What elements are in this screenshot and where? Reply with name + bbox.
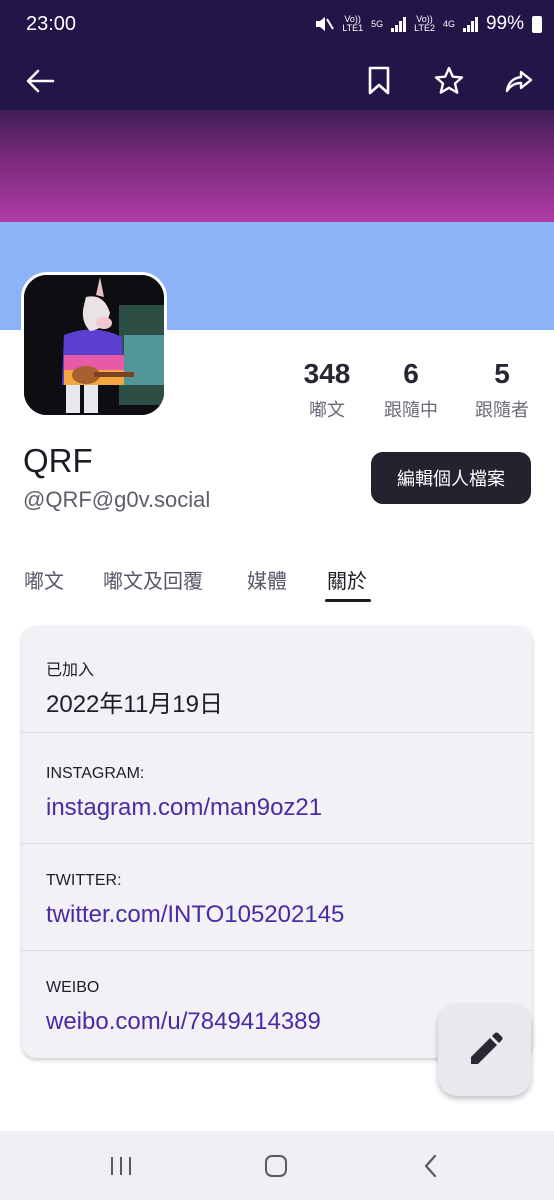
avatar[interactable] xyxy=(21,272,167,418)
stat-posts-label: 嘟文 xyxy=(309,400,345,421)
back-arrow-icon[interactable] xyxy=(23,64,57,98)
stat-following[interactable]: 6 跟隨中 xyxy=(366,358,456,422)
about-card: 已加入 2022年11月19日 INSTAGRAM: instagram.com… xyxy=(22,626,532,1058)
tab-posts[interactable]: 嘟文 xyxy=(24,565,64,594)
stat-posts[interactable]: 348 嘟文 xyxy=(282,358,372,422)
stat-posts-count: 348 xyxy=(303,358,351,389)
header-image-top xyxy=(0,110,554,222)
recent-apps-icon[interactable] xyxy=(106,1151,136,1181)
status-time: 23:00 xyxy=(26,13,77,35)
sim1-indicator: Vo)) LTE1 xyxy=(342,14,364,33)
signal-icon-2 xyxy=(462,16,478,32)
stat-followers-label: 跟隨者 xyxy=(475,400,529,421)
tab-posts-and-replies[interactable]: 嘟文及回覆 xyxy=(103,565,203,594)
field-joined: 已加入 2022年11月19日 xyxy=(22,626,532,733)
field-label: TWITTER: xyxy=(46,872,122,889)
status-icons: Vo)) LTE1 5G Vo)) LTE2 4G 99% xyxy=(314,13,542,35)
pencil-icon xyxy=(470,1032,502,1064)
active-tab-indicator xyxy=(325,599,371,602)
sim2-indicator: Vo)) LTE2 xyxy=(414,14,435,33)
star-icon[interactable] xyxy=(432,64,466,98)
app-bar xyxy=(0,52,554,110)
weibo-link[interactable]: weibo.com/u/7849414389 xyxy=(46,1008,321,1036)
field-value: 2022年11月19日 xyxy=(46,691,223,718)
display-name: QRF xyxy=(23,442,93,479)
net1-indicator: 5G xyxy=(371,18,384,29)
twitter-link[interactable]: twitter.com/INTO105202145 xyxy=(46,901,344,929)
stat-followers[interactable]: 5 跟隨者 xyxy=(457,358,547,422)
tab-about[interactable]: 關於 xyxy=(327,565,367,594)
field-label: WEIBO xyxy=(46,979,100,996)
battery-icon xyxy=(532,15,542,33)
stat-followers-count: 5 xyxy=(494,358,510,389)
home-icon[interactable] xyxy=(261,1151,291,1181)
field-instagram: INSTAGRAM: instagram.com/man9oz21 xyxy=(22,737,532,844)
avatar-image xyxy=(24,275,164,415)
tab-media[interactable]: 媒體 xyxy=(247,565,287,594)
stat-following-label: 跟隨中 xyxy=(384,400,438,421)
nav-back-icon[interactable] xyxy=(416,1151,446,1181)
edit-profile-button[interactable]: 編輯個人檔案 xyxy=(371,452,531,504)
compose-fab-button[interactable] xyxy=(438,1004,531,1096)
mute-icon xyxy=(316,17,335,31)
field-label: INSTAGRAM: xyxy=(46,765,145,782)
status-bar: 23:00 Vo)) LTE1 5G Vo)) LTE2 4G 99% xyxy=(0,0,554,52)
signal-icon xyxy=(391,16,407,32)
net2-indicator: 4G xyxy=(442,18,455,29)
field-label: 已加入 xyxy=(46,662,95,679)
field-twitter: TWITTER: twitter.com/INTO105202145 xyxy=(22,844,532,951)
share-icon[interactable] xyxy=(502,64,536,98)
system-nav-bar xyxy=(0,1131,554,1200)
instagram-link[interactable]: instagram.com/man9oz21 xyxy=(46,794,322,822)
account-handle: @QRF@g0v.social xyxy=(23,487,211,512)
stat-following-count: 6 xyxy=(403,358,419,389)
battery-percent: 99% xyxy=(485,13,524,34)
bookmark-icon[interactable] xyxy=(362,64,396,98)
